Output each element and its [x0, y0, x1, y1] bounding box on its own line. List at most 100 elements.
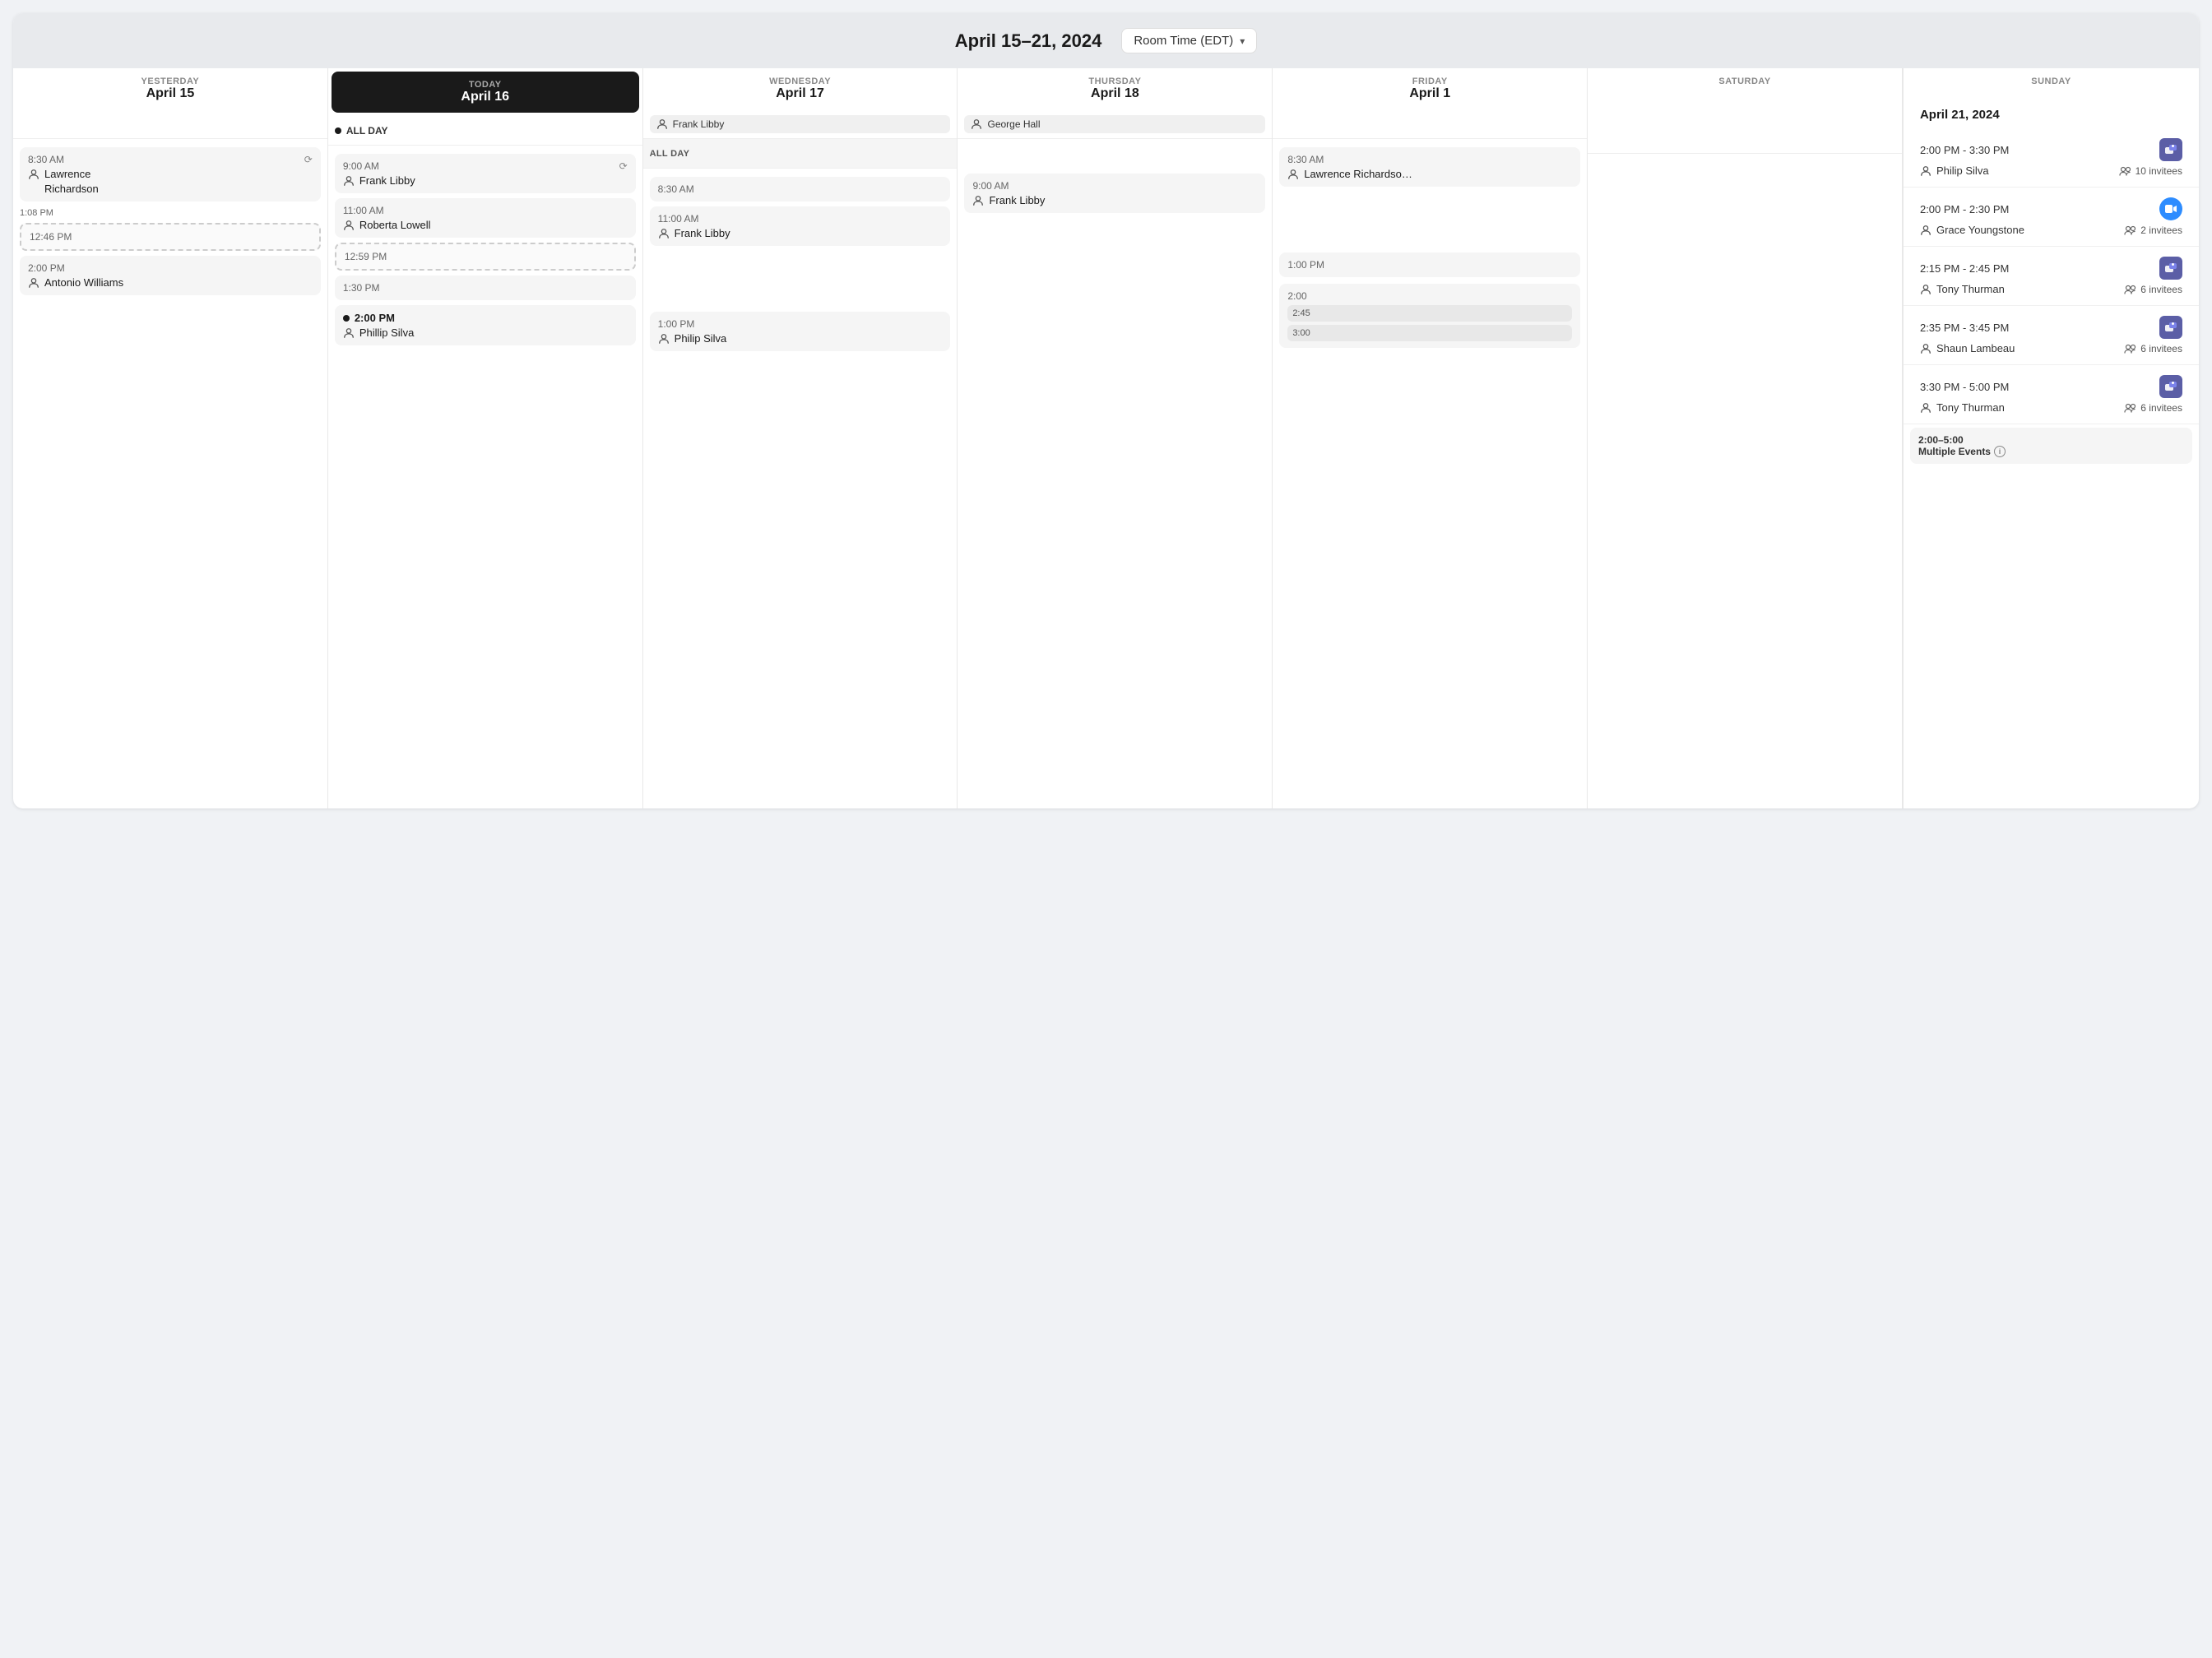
day-header-wednesday: WEDNESDAY April 17: [643, 68, 958, 109]
event-block-830-fri[interactable]: 8:30 AM Lawrence Richardso…: [1279, 147, 1580, 187]
day-label-thursday: THURSDAY: [967, 76, 1262, 86]
event-time-dashed: 12:46 PM: [30, 231, 311, 243]
event-time-2pm: 2:00 PM: [28, 262, 313, 274]
panel-person-name-1: Philip Silva: [1936, 164, 1989, 177]
multiple-events-time: 2:00–5:00: [1918, 434, 2184, 446]
event-person-phillip: Phillip Silva: [343, 327, 628, 339]
group-icon-4: [2124, 344, 2137, 354]
event-person-antonio: Antonio Williams: [28, 276, 313, 289]
day-body-yesterday: 8:30 AM ⟳ Lawrence Richardson 1:08 PM: [13, 139, 327, 305]
teams-icon-5: [2159, 375, 2182, 398]
person-icon-allday-frank: [656, 118, 668, 130]
group-icon-3: [2124, 285, 2137, 294]
invitees-count-5: 6 invitees: [2140, 402, 2182, 414]
person-icon-phillip: [343, 327, 355, 339]
panel-time-text-5: 3:30 PM - 5:00 PM: [1920, 381, 2009, 393]
chevron-down-icon: ▾: [1240, 35, 1245, 47]
event-block-2pm[interactable]: 2:00 PM Antonio Williams: [20, 256, 321, 295]
panel-person-icon-3: [1920, 284, 1931, 295]
day-body-saturday: [1588, 154, 1902, 164]
invitees-count-1: 10 invitees: [2135, 165, 2182, 177]
day-date-today: April 16: [341, 90, 629, 104]
frank-thu-name: Frank Libby: [989, 194, 1045, 206]
person-icon-frank-wed: [658, 228, 670, 239]
panel-event-3[interactable]: 2:15 PM - 2:45 PM Tony Thurman 6 invitee…: [1904, 247, 2199, 306]
philip-wed-name: Philip Silva: [675, 332, 727, 345]
day-header-today: TODAY April 16: [332, 72, 639, 113]
event-block-1pm-fri[interactable]: 1:00 PM: [1279, 252, 1580, 277]
panel-time-3: 2:15 PM - 2:45 PM: [1920, 257, 2182, 280]
panel-person-icon-5: [1920, 402, 1931, 414]
event-time-9am-thu: 9:00 AM: [972, 180, 1257, 192]
panel-time-5: 3:30 PM - 5:00 PM: [1920, 375, 2182, 398]
day-col-thursday: THURSDAY April 18 George Hall 9:00 AM Fr…: [958, 68, 1273, 808]
current-time: 1:08 PM: [20, 206, 321, 220]
event-block-9am-today[interactable]: 9:00 AM ⟳ Frank Libby: [335, 154, 636, 193]
allday-event-george[interactable]: George Hall: [964, 115, 1265, 133]
teams-icon-4: [2159, 316, 2182, 339]
panel-time-2: 2:00 PM - 2:30 PM: [1920, 197, 2182, 220]
event-person-lawrence-fri: Lawrence Richardso…: [1287, 168, 1572, 180]
event-person-frank-thu: Frank Libby: [972, 194, 1257, 206]
multiple-events-label: Multiple Events i: [1918, 446, 2184, 457]
event-block-2pm-today[interactable]: 2:00 PM Phillip Silva: [335, 305, 636, 345]
allday-row-friday: [1273, 109, 1587, 139]
event-person-2: Richardson: [28, 183, 313, 195]
teams-icon-3: [2159, 257, 2182, 280]
teams-icon-1: [2159, 138, 2182, 161]
event-block[interactable]: 8:30 AM ⟳ Lawrence Richardson: [20, 147, 321, 201]
panel-event-1[interactable]: 2:00 PM - 3:30 PM Philip Silva 10 invite…: [1904, 128, 2199, 188]
zoom-icon-2: [2159, 197, 2182, 220]
panel-event-2[interactable]: 2:00 PM - 2:30 PM Grace Youngstone 2 inv…: [1904, 188, 2199, 247]
multiple-events-block[interactable]: 2:00–5:00 Multiple Events i: [1910, 428, 2192, 464]
allday-label-wed: ALL DAY: [643, 139, 958, 169]
antonio-name: Antonio Williams: [44, 276, 123, 289]
panel-time-text-4: 2:35 PM - 3:45 PM: [1920, 322, 2009, 334]
day-date-friday: April 1: [1282, 86, 1577, 101]
event-block-830-wed[interactable]: 8:30 AM: [650, 177, 951, 201]
event-block-11am-today[interactable]: 11:00 AM Roberta Lowell: [335, 198, 636, 238]
day-header-thursday: THURSDAY April 18: [958, 68, 1272, 109]
panel-person-name-2: Grace Youngstone: [1936, 224, 2024, 236]
panel-event-4[interactable]: 2:35 PM - 3:45 PM Shaun Lambeau 6 invite…: [1904, 306, 2199, 365]
right-panel-date: April 21, 2024: [1904, 95, 2199, 128]
day-label-yesterday: YESTERDAY: [23, 76, 318, 86]
invitees-count-4: 6 invitees: [2140, 343, 2182, 354]
allday-row-saturday: [1588, 95, 1902, 154]
event-block-1259[interactable]: 12:59 PM: [335, 243, 636, 271]
person-icon-antonio: [28, 277, 39, 289]
person-name-2: Richardson: [44, 183, 99, 195]
event-block-130[interactable]: 1:30 PM: [335, 276, 636, 300]
day-col-yesterday: YESTERDAY April 15 8:30 AM ⟳ Lawrence: [13, 68, 328, 808]
right-panel: SUNDAY April 21, 2024 2:00 PM - 3:30 PM …: [1903, 68, 2199, 808]
person-icon-george: [971, 118, 982, 130]
person-icon: [28, 169, 39, 180]
frank-wed-name: Frank Libby: [675, 227, 730, 239]
timezone-selector[interactable]: Room Time (EDT) ▾: [1121, 28, 1257, 53]
panel-time-text-3: 2:15 PM - 2:45 PM: [1920, 262, 2009, 275]
event-block-dashed[interactable]: 12:46 PM: [20, 223, 321, 251]
invitees-count-2: 2 invitees: [2140, 225, 2182, 236]
repeat-icon: ⟳: [304, 154, 313, 165]
panel-event-5[interactable]: 3:30 PM - 5:00 PM Tony Thurman 6 invitee…: [1904, 365, 2199, 424]
day-body-wednesday: 8:30 AM 11:00 AM Frank Libby 1:00 PM Phi…: [643, 169, 958, 361]
invitees-count-3: 6 invitees: [2140, 284, 2182, 295]
day-label-today: TODAY: [341, 80, 629, 90]
event-block-11am-wed[interactable]: 11:00 AM Frank Libby: [650, 206, 951, 246]
event-time-1pm-wed: 1:00 PM: [658, 318, 943, 330]
day-label-sunday: SUNDAY: [1920, 76, 2182, 86]
event-time-1259: 12:59 PM: [345, 251, 626, 262]
repeat-icon-today: ⟳: [619, 160, 628, 172]
event-block-9am-thu[interactable]: 9:00 AM Frank Libby: [964, 174, 1265, 213]
day-label-wednesday: WEDNESDAY: [653, 76, 948, 86]
event-block-2pm-fri[interactable]: 2:00 2:45 3:00: [1279, 284, 1580, 348]
allday-row-yesterday: [13, 109, 327, 139]
event-block-1pm-wed[interactable]: 1:00 PM Philip Silva: [650, 312, 951, 351]
multiple-events-text: Multiple Events: [1918, 446, 1991, 457]
day-col-today: TODAY April 16 ALL DAY 9:00 AM ⟳ Frank L…: [328, 68, 643, 808]
event-time-11am: 11:00 AM: [343, 205, 628, 216]
frank-today-name: Frank Libby: [359, 174, 415, 187]
allday-event-frank[interactable]: Frank Libby: [650, 115, 951, 133]
day-body-friday: 8:30 AM Lawrence Richardso… 1:00 PM 2:00…: [1273, 139, 1587, 358]
panel-invitees-1: 10 invitees: [2119, 165, 2182, 177]
